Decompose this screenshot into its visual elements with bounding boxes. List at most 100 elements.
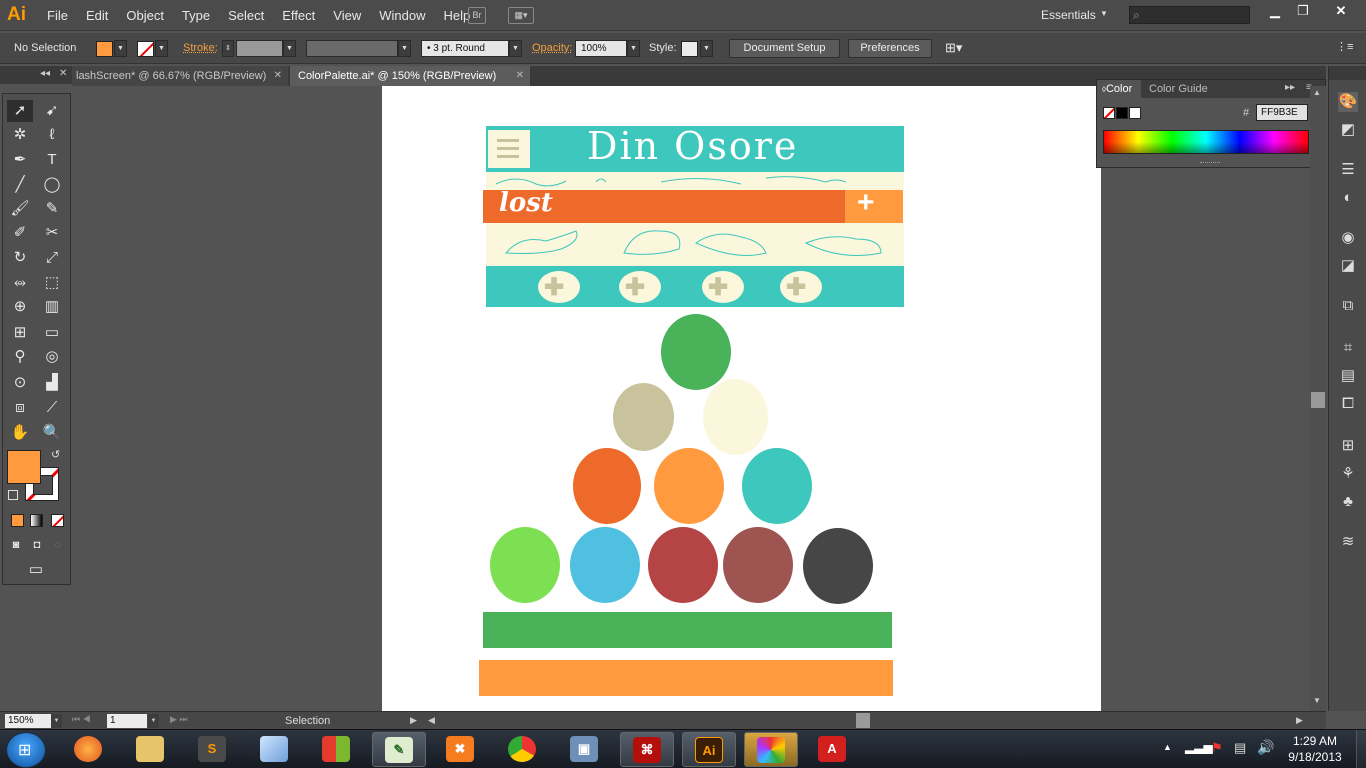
taskbar-palette[interactable] (744, 732, 798, 767)
tab-color[interactable]: ◊Color (1097, 80, 1141, 98)
taskbar-explorer[interactable] (124, 732, 178, 767)
layers-icon[interactable]: ≋ (1338, 532, 1358, 552)
free-transform-tool-icon[interactable]: ⬚ (39, 272, 65, 294)
pathfinder-icon[interactable]: ⧠ (1338, 394, 1358, 414)
artboards-icon[interactable]: ⌗ (1338, 338, 1358, 358)
mesh-tool-icon[interactable]: ⊞ (7, 322, 33, 344)
action-center-icon[interactable]: ⚑ (1211, 740, 1223, 756)
taskbar-adobe-cc[interactable]: A (806, 732, 860, 767)
swatch-orange-dark[interactable] (573, 448, 641, 524)
fill-color-box[interactable] (7, 450, 41, 484)
minimize-icon[interactable]: ▁ (1262, 2, 1288, 20)
align-icon[interactable]: ▤ (1338, 366, 1358, 386)
menu-edit[interactable]: Edit (77, 0, 117, 31)
status-text[interactable]: Selection (285, 715, 330, 727)
magic-wand-tool-icon[interactable]: ✲ (7, 124, 33, 146)
type-tool-icon[interactable]: T (39, 149, 65, 171)
close-panel-icon[interactable]: ✕ (59, 68, 67, 79)
menu-object[interactable]: Object (117, 0, 173, 31)
scissors-tool-icon[interactable]: ✂ (39, 222, 65, 244)
menu-select[interactable]: Select (219, 0, 273, 31)
tab-splashscreen[interactable]: lashScreen* @ 66.67% (RGB/Preview) ✕ (72, 66, 288, 86)
swatch-cream[interactable] (703, 379, 768, 455)
panel-resize-grip[interactable] (1200, 162, 1220, 165)
swatch-sky[interactable] (570, 527, 640, 603)
ellipse-tool-icon[interactable]: ◯ (39, 174, 65, 196)
pen-tool-icon[interactable]: ✒ (7, 149, 33, 171)
chevron-down-icon[interactable]: ▼ (1100, 9, 1108, 18)
opacity-dropdown-icon[interactable]: ▼ (627, 40, 640, 57)
transform-icon[interactable]: ⧉ (1338, 296, 1358, 316)
scale-tool-icon[interactable]: ⤢ (39, 247, 65, 269)
symbol-sprayer-tool-icon[interactable]: ⊙ (7, 372, 33, 394)
vertical-scroll-thumb[interactable] (1311, 392, 1325, 408)
swatch-charcoal[interactable] (803, 528, 873, 604)
preferences-button[interactable]: Preferences (848, 39, 932, 58)
stroke-weight-field[interactable] (236, 40, 283, 57)
start-button[interactable]: ⊞ (6, 732, 46, 768)
green-bar[interactable] (483, 612, 892, 648)
taskbar-xampp[interactable]: ✖ (434, 732, 488, 767)
arrange-documents-icon[interactable]: ▦▾ (508, 7, 534, 24)
brush-dropdown-icon[interactable]: ▼ (509, 40, 522, 57)
artboard-tool-icon[interactable]: ⧈ (7, 397, 33, 419)
tab-colorpalette[interactable]: ColorPalette.ai* @ 150% (RGB/Preview) ✕ (290, 66, 530, 86)
rotate-tool-icon[interactable]: ↻ (7, 247, 33, 269)
shape-builder-tool-icon[interactable]: ⊕ (7, 296, 33, 318)
direct-selection-tool-icon[interactable]: ➹ (39, 100, 65, 122)
show-desktop-button[interactable] (1356, 730, 1366, 768)
first-artboard-icon[interactable]: ⏮ ◀ (72, 714, 91, 725)
zoom-dropdown-icon[interactable]: ▼ (51, 714, 62, 728)
swatch-orange[interactable] (654, 448, 724, 524)
orange-bar[interactable] (479, 660, 893, 696)
taskbar-firefox[interactable] (62, 732, 116, 767)
swatches-icon[interactable]: ⊞ (1338, 436, 1358, 456)
bridge-button[interactable]: Br (468, 7, 486, 24)
color-guide-icon[interactable]: ◩ (1338, 120, 1358, 140)
opacity-label[interactable]: Opacity: (532, 42, 572, 54)
color-mode-icon[interactable] (11, 514, 24, 527)
menu-view[interactable]: View (324, 0, 370, 31)
brush-definition[interactable]: • 3 pt. Round (421, 40, 509, 57)
taskbar-illustrator[interactable]: Ai (682, 732, 736, 767)
white-swatch[interactable] (1129, 107, 1141, 119)
line-tool-icon[interactable]: ╱ (7, 174, 33, 196)
symbols-icon[interactable]: ♣ (1338, 492, 1358, 512)
fill-dropdown-icon[interactable]: ▼ (114, 40, 127, 57)
stroke-dropdown-icon[interactable]: ▼ (155, 40, 168, 57)
swatch-khaki[interactable] (613, 383, 674, 451)
none-mode-icon[interactable] (51, 514, 64, 527)
style-dropdown-icon[interactable]: ▼ (700, 40, 713, 57)
arrange-icon[interactable]: ⊞▾ (945, 40, 962, 56)
stroke-weight-dropdown-icon[interactable]: ▼ (283, 40, 296, 57)
signal-icon[interactable]: ▂▃▅ (1185, 740, 1213, 754)
panel-menu-icon[interactable]: ⋮≡ (1336, 40, 1353, 53)
fill-swatch[interactable] (96, 41, 113, 57)
search-input[interactable]: ⌕ (1129, 6, 1250, 24)
artboard-dropdown-icon[interactable]: ▼ (148, 714, 159, 728)
menu-file[interactable]: File (38, 0, 77, 31)
brushes-icon[interactable]: ⚘ (1338, 464, 1358, 484)
black-swatch[interactable] (1116, 107, 1128, 119)
stroke-swatch[interactable] (137, 41, 154, 57)
restore-icon[interactable]: ❐ (1290, 2, 1316, 20)
stroke-icon[interactable]: ☰ (1338, 160, 1358, 180)
menu-effect[interactable]: Effect (273, 0, 324, 31)
color-icon[interactable]: 🎨 (1338, 92, 1358, 112)
screen-mode-icon[interactable]: ▭ (21, 559, 51, 581)
draw-inside-icon[interactable]: ◌ (48, 534, 68, 556)
swatch-green[interactable] (661, 314, 731, 390)
transparency-icon[interactable]: ◐ (1338, 188, 1358, 208)
taskbar-office[interactable] (310, 732, 364, 767)
status-menu-icon[interactable]: ▶ (410, 715, 417, 726)
eyedropper-tool-icon[interactable]: ⚲ (7, 346, 33, 368)
horizontal-scroll-thumb[interactable] (856, 713, 870, 728)
graphic-style-swatch[interactable] (681, 41, 698, 57)
clock-time[interactable]: 1:29 AM (1284, 734, 1346, 748)
taskbar-notepad[interactable]: ✎ (372, 732, 426, 767)
network-icon[interactable]: ▤ (1234, 740, 1246, 756)
zoom-field[interactable]: 150% (5, 714, 51, 728)
draw-behind-icon[interactable]: ◘ (27, 534, 47, 556)
last-artboard-icon[interactable]: ▶ ⏭ (170, 714, 188, 725)
panel-expand-icon[interactable]: ▸▸ (1285, 82, 1295, 93)
